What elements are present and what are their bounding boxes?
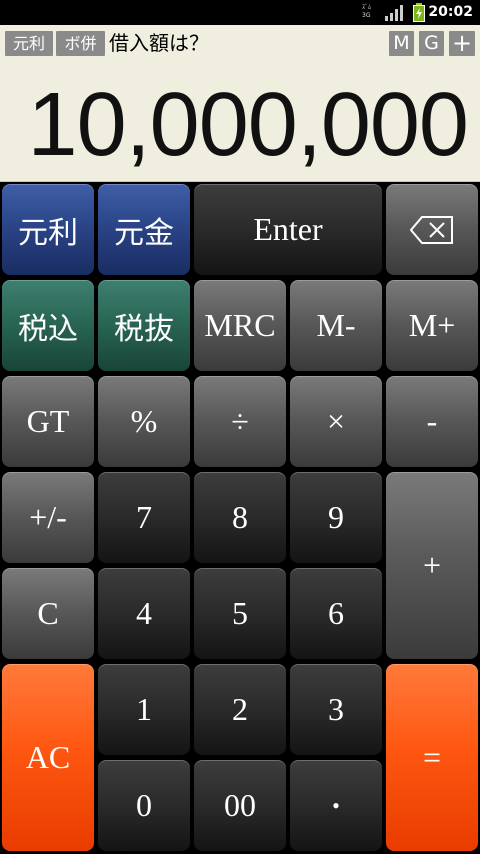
memory-minus-button[interactable]: M- bbox=[289, 279, 383, 372]
enter-button[interactable]: Enter bbox=[193, 183, 383, 276]
mode-tag-bonus[interactable]: ボ併 bbox=[56, 31, 105, 56]
tax-included-button[interactable]: 税込 bbox=[1, 279, 95, 372]
all-clear-button[interactable]: AC bbox=[1, 663, 95, 852]
digit-9-button[interactable]: 9 bbox=[289, 471, 383, 564]
digit-4-button[interactable]: 4 bbox=[97, 567, 191, 660]
memory-indicator: M bbox=[389, 31, 414, 56]
grand-total-button[interactable]: GT bbox=[1, 375, 95, 468]
digit-1-button[interactable]: 1 bbox=[97, 663, 191, 756]
tax-excluded-button[interactable]: 税抜 bbox=[97, 279, 191, 372]
digit-0-button[interactable]: 0 bbox=[97, 759, 191, 852]
digit-5-button[interactable]: 5 bbox=[193, 567, 287, 660]
ganri-button[interactable]: 元利 bbox=[1, 183, 95, 276]
digit-3-button[interactable]: 3 bbox=[289, 663, 383, 756]
multiply-button[interactable]: × bbox=[289, 375, 383, 468]
mrc-button[interactable]: MRC bbox=[193, 279, 287, 372]
digit-6-button[interactable]: 6 bbox=[289, 567, 383, 660]
backspace-icon bbox=[410, 215, 453, 244]
plus-minus-button[interactable]: +/- bbox=[1, 471, 95, 564]
clear-button[interactable]: C bbox=[1, 567, 95, 660]
plus-indicator: + bbox=[449, 31, 475, 56]
digit-2-button[interactable]: 2 bbox=[193, 663, 287, 756]
display-value: 10,000,000 bbox=[27, 75, 469, 175]
double-zero-button[interactable]: 00 bbox=[193, 759, 287, 852]
divide-button[interactable]: ÷ bbox=[193, 375, 287, 468]
mode-tag-ganri[interactable]: 元利 bbox=[5, 31, 53, 56]
status-bar: ｽﾞﾑ 3G 20:02 bbox=[0, 0, 480, 25]
equals-button[interactable]: = bbox=[385, 663, 479, 852]
calculator-display: 元利 ボ併 借入額は？ M G + 10,000,000 bbox=[0, 25, 480, 182]
digit-7-button[interactable]: 7 bbox=[97, 471, 191, 564]
input-prompt: 借入額は？ bbox=[109, 31, 209, 55]
digit-8-button[interactable]: 8 bbox=[193, 471, 287, 564]
minus-button[interactable]: - bbox=[385, 375, 479, 468]
gankin-button[interactable]: 元金 bbox=[97, 183, 191, 276]
battery-icon bbox=[413, 3, 425, 22]
backspace-button[interactable] bbox=[385, 183, 479, 276]
plus-button[interactable]: + bbox=[385, 471, 479, 660]
memory-plus-button[interactable]: M+ bbox=[385, 279, 479, 372]
sim-status-indicator: ｽﾞﾑ 3G bbox=[362, 4, 372, 19]
grand-total-indicator: G bbox=[419, 31, 444, 56]
clock: 20:02 bbox=[428, 4, 473, 20]
signal-icon bbox=[385, 5, 403, 21]
percent-button[interactable]: % bbox=[97, 375, 191, 468]
decimal-point-button[interactable]: • bbox=[289, 759, 383, 852]
